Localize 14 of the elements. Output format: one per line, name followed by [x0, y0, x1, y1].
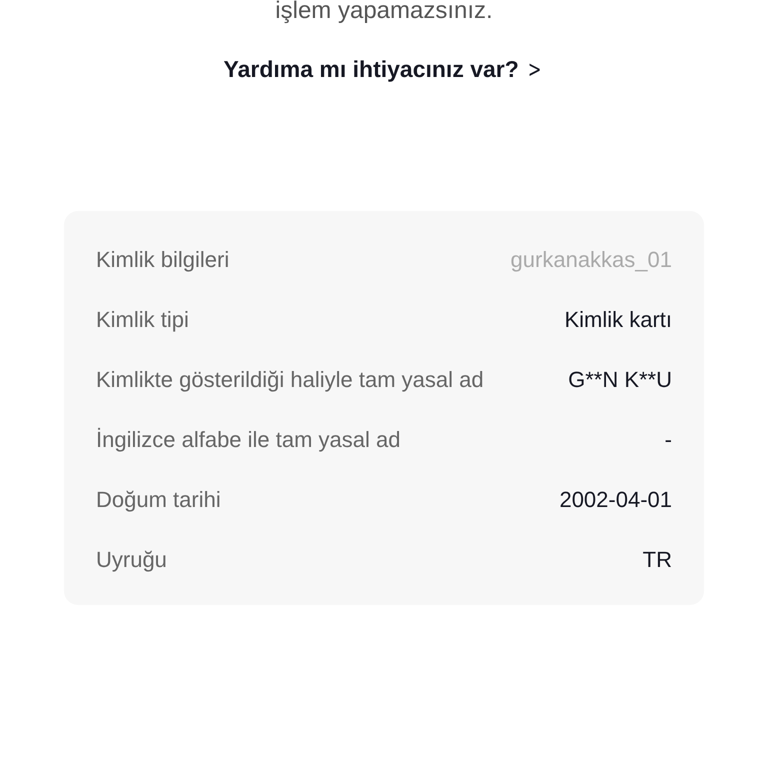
field-value: -	[664, 426, 672, 454]
field-value: 2002-04-01	[559, 486, 672, 514]
field-label: İngilizce alfabe ile tam yasal ad	[96, 426, 400, 454]
field-label: Kimlik bilgileri	[96, 246, 230, 274]
field-value: Kimlik kartı	[564, 306, 672, 334]
field-label: Uyruğu	[96, 546, 167, 574]
field-value: TR	[642, 546, 672, 574]
field-label: Kimlik tipi	[96, 306, 189, 334]
field-value: gurkanakkas_01	[510, 246, 672, 274]
notice-text: işlem yapamazsınız.	[275, 0, 493, 26]
help-link[interactable]: Yardıma mı ihtiyacınız var? >	[224, 54, 544, 85]
field-value: G**N K**U	[568, 366, 672, 394]
field-label: Kimlikte gösterildiği haliyle tam yasal ad	[96, 366, 484, 394]
field-label: Doğum tarihi	[96, 486, 221, 514]
